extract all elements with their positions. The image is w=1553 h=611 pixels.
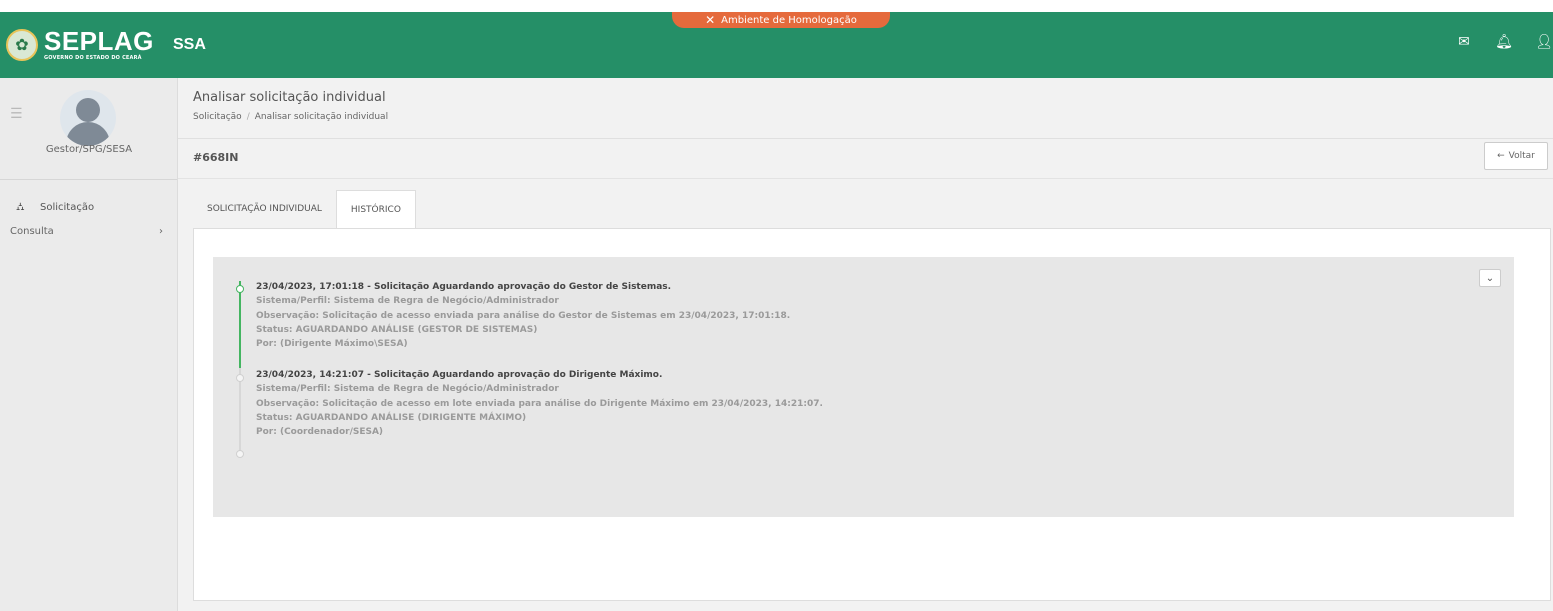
mail-icon[interactable]: ✉ [1455,34,1473,50]
user-icon[interactable]: 👤︎ [1535,34,1553,50]
tools-icon: ✕ [705,13,716,27]
timeline-dot-active [236,285,244,293]
logo-subtitle: GOVERNO DO ESTADO DO CEARÁ [44,55,142,61]
timeline-line-active [239,281,241,368]
tab-solicitacao-individual[interactable]: SOLICITAÇÃO INDIVIDUAL [193,190,336,228]
seplag-logo[interactable]: ✿ SEPLAG GOVERNO DO ESTADO DO CEARÁ [6,28,154,61]
history-entry-status: Status: AGUARDANDO ANÁLISE (DIRIGENTE MÁ… [256,412,527,423]
history-entry: 23/04/2023, 14:21:07 - Solicitação Aguar… [256,368,823,439]
history-entry: 23/04/2023, 17:01:18 - Solicitação Aguar… [256,280,790,351]
app-name: SSA [173,36,206,53]
arrow-left-icon: ← [1497,151,1505,161]
request-id: #668IN [193,151,239,164]
breadcrumb-item-current: Analisar solicitação individual [254,112,389,122]
profile-name: Gestor/SPG/SESA [45,144,133,155]
sitemap-icon: ⛼ [16,199,25,213]
history-entry-observation: Observação: Solicitação de acesso em lot… [256,398,823,409]
coat-of-arms-icon: ✿ [6,28,38,61]
page-title: Analisar solicitação individual [193,90,386,105]
top-strip [0,0,1553,12]
environment-label: Ambiente de Homologação [721,14,857,26]
history-entry-head: 23/04/2023, 17:01:18 - Solicitação Aguar… [256,282,672,292]
environment-banner: ✕ Ambiente de Homologação [672,12,890,28]
menu-toggle-icon[interactable]: ☰ [10,107,26,121]
chevron-right-icon: › [159,225,163,237]
breadcrumb: Solicitação / Analisar solicitação indiv… [193,112,388,122]
header-actions: ✉ 🔔︎ 👤︎ [1455,34,1553,50]
chevron-down-icon: ⌄ [1485,272,1495,284]
user-profile: ☰ Gestor/SPG/SESA [0,78,177,180]
history-entry-head: 23/04/2023, 14:21:07 - Solicitação Aguar… [256,370,663,380]
breadcrumb-item-solicitacao[interactable]: Solicitação [193,112,242,122]
back-button-label: Voltar [1508,151,1535,161]
history-timeline: ⌄ 23/04/2023, 17:01:18 - Solicitação Agu… [213,257,1514,517]
tab-bar: SOLICITAÇÃO INDIVIDUAL HISTÓRICO [193,190,416,230]
timeline-dot [236,374,244,382]
breadcrumb-separator: / [246,112,250,122]
page-divider [178,138,1553,139]
history-entry-system: Sistema/Perfil: Sistema de Regra de Negó… [256,384,559,395]
history-entry-author: Por: (Coordenador/SESA) [256,427,384,438]
history-entry-author: Por: (Dirigente Máximo\SESA) [256,339,408,350]
tab-historico[interactable]: HISTÓRICO [335,190,416,229]
bell-icon[interactable]: 🔔︎ [1495,34,1513,50]
history-entry-observation: Observação: Solicitação de acesso enviad… [256,310,791,321]
sidebar: ☰ Gestor/SPG/SESA ⛼ Solicitação Consulta… [0,78,178,611]
history-entry-status: Status: AGUARDANDO ANÁLISE (GESTOR DE SI… [256,324,538,335]
content-divider [178,178,1553,179]
back-button[interactable]: ← Voltar [1484,142,1548,170]
sidebar-item-consulta[interactable]: Consulta › [0,222,177,240]
avatar [60,90,116,146]
sidebar-item-label: Consulta [10,225,54,237]
tab-panel: ⌄ 23/04/2023, 17:01:18 - Solicitação Agu… [193,228,1551,601]
logo-title: SEPLAG [44,26,154,56]
collapse-button[interactable]: ⌄ [1479,269,1501,287]
sidebar-item-solicitacao[interactable]: ⛼ Solicitação [0,192,177,222]
history-entry-system: Sistema/Perfil: Sistema de Regra de Negó… [256,296,559,307]
timeline-dot [236,450,244,458]
sidebar-item-label: Solicitação [40,201,95,213]
